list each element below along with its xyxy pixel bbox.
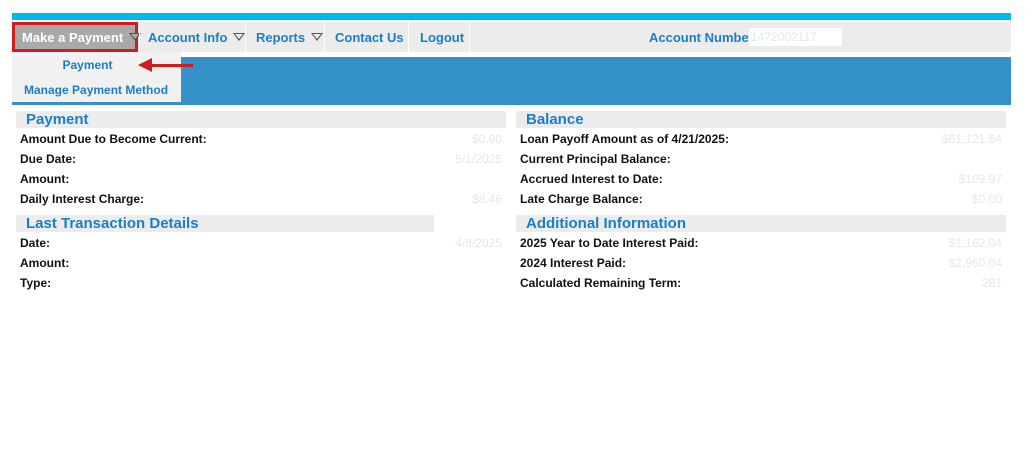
accrued-interest-label: Accrued Interest to Date:: [520, 172, 663, 186]
chevron-down-icon: [233, 33, 246, 41]
amount-due-label: Amount Due to Become Current:: [20, 132, 207, 146]
accrued-interest-value: $109.97: [958, 172, 1002, 186]
prior-year-interest-label: 2024 Interest Paid:: [520, 256, 627, 270]
contact-us-link[interactable]: Contact Us: [335, 22, 404, 52]
annotation-arrow-shaft: [150, 64, 193, 67]
payment-section-title: Payment: [16, 111, 506, 128]
make-payment-menu[interactable]: Make a Payment: [12, 22, 142, 52]
remaining-term-label: Calculated Remaining Term:: [520, 276, 682, 290]
nav-divider: [245, 22, 246, 52]
account-number-label: Account Number:: [649, 29, 759, 45]
nav-divider: [469, 22, 470, 52]
contact-us-label: Contact Us: [335, 29, 404, 45]
make-payment-dropdown: Payment Manage Payment Method: [12, 52, 181, 102]
late-charge-label: Late Charge Balance:: [520, 192, 643, 206]
account-info-label: Account Info: [148, 29, 228, 45]
ytd-interest-label: 2025 Year to Date Interest Paid:: [520, 236, 699, 250]
amount-due-value: $0.00: [471, 132, 502, 146]
payoff-amount-value: $61,121.64: [941, 132, 1002, 146]
transaction-date-label: Date:: [20, 236, 51, 250]
ytd-interest-value: $1,162.04: [948, 236, 1002, 250]
dropdown-item-manage-payment-method[interactable]: Manage Payment Method: [12, 77, 181, 102]
nav-divider: [408, 22, 409, 52]
daily-interest-value: $8.46: [471, 192, 502, 206]
nav-divider: [324, 22, 325, 52]
account-number-value: 1472002117: [749, 28, 842, 46]
due-date-value: 5/1/2025: [455, 152, 502, 166]
late-charge-value: $0.00: [971, 192, 1002, 206]
daily-interest-label: Daily Interest Charge:: [20, 192, 145, 206]
account-info-menu[interactable]: Account Info: [148, 22, 246, 52]
logout-label: Logout: [420, 29, 465, 45]
make-payment-label: Make a Payment: [22, 29, 124, 45]
reports-menu[interactable]: Reports: [256, 22, 324, 52]
transaction-date-value: 4/8/2025: [455, 236, 502, 250]
payoff-amount-label: Loan Payoff Amount as of 4/21/2025:: [520, 132, 729, 146]
reports-label: Reports: [256, 29, 306, 45]
remaining-term-value: 281: [981, 276, 1002, 290]
additional-info-section-title: Additional Information: [516, 215, 1006, 232]
transaction-amount-label: Amount:: [20, 256, 70, 270]
balance-section-title: Balance: [516, 111, 1006, 128]
amount-label: Amount:: [20, 172, 70, 186]
top-accent-bar: [12, 13, 1011, 20]
transaction-type-label: Type:: [20, 276, 52, 290]
main-nav: Make a Payment Account Info Reports Cont…: [12, 22, 1011, 52]
due-date-label: Due Date:: [20, 152, 77, 166]
annotation-arrow-icon: [138, 58, 152, 72]
chevron-down-icon: [311, 33, 324, 41]
last-transaction-section-title: Last Transaction Details: [16, 215, 434, 232]
nav-divider: [139, 22, 140, 52]
principal-balance-label: Current Principal Balance:: [520, 152, 671, 166]
logout-link[interactable]: Logout: [420, 22, 464, 52]
prior-year-interest-value: $2,960.04: [948, 256, 1002, 270]
